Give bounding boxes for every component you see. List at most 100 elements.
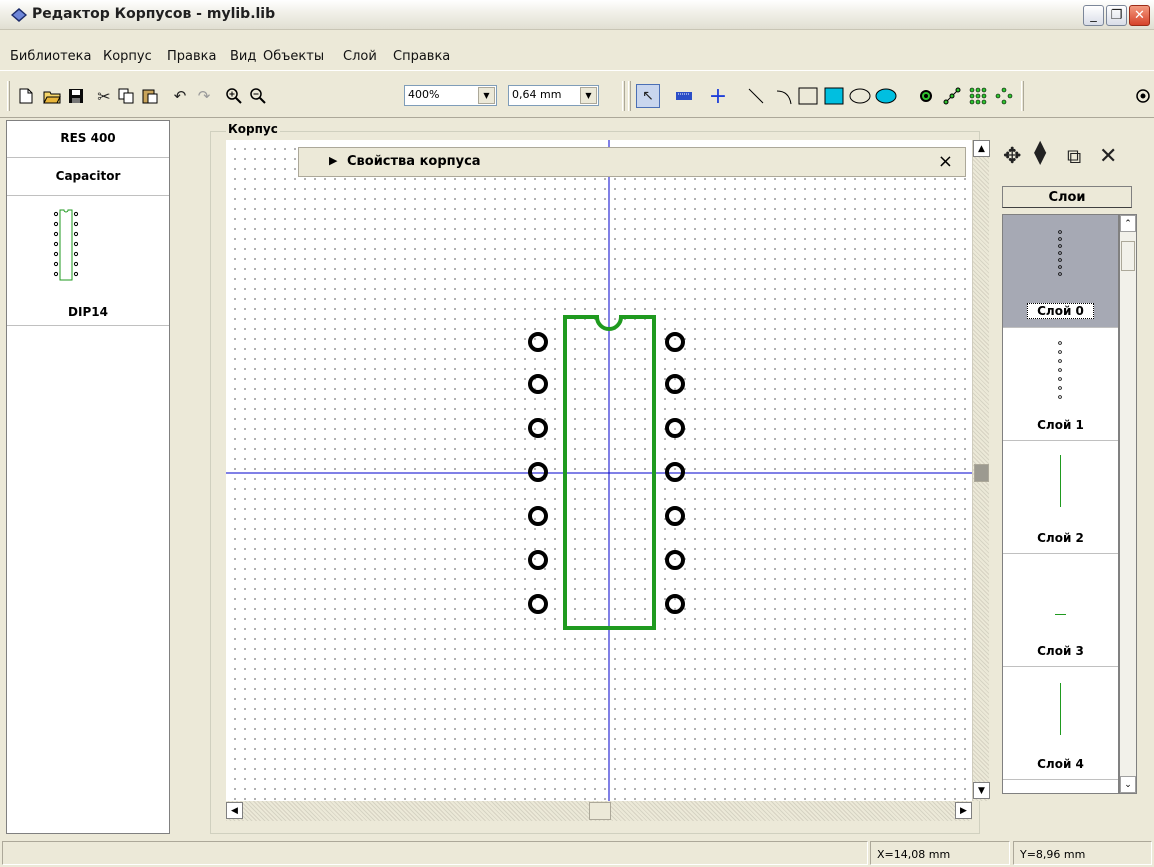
library-item-label: Capacitor [55, 169, 121, 183]
paste-button[interactable] [138, 84, 162, 108]
copy-button[interactable] [114, 84, 138, 108]
menu-edit[interactable]: Правка [167, 49, 216, 64]
move-icon[interactable]: ✥ [1003, 144, 1021, 169]
zoom-out-button[interactable] [246, 84, 270, 108]
pin-circle-icon [995, 87, 1013, 105]
new-file-button[interactable] [14, 84, 38, 108]
pad[interactable] [665, 550, 685, 570]
menu-objects[interactable]: Объекты [263, 49, 324, 64]
scroll-down-icon[interactable]: ▼ [973, 782, 990, 799]
ellipse-tool-button[interactable] [848, 84, 872, 108]
filled-ellipse-tool-button[interactable] [874, 84, 898, 108]
layers-scroll-thumb[interactable] [1121, 241, 1135, 271]
layer-item-0[interactable]: Слой 0 [1003, 215, 1118, 328]
pad-tool-button[interactable] [672, 84, 696, 108]
pin-tool-button[interactable] [914, 84, 938, 108]
undo-button[interactable]: ↶ [168, 84, 192, 108]
scroll-up-icon[interactable]: ▲ [973, 140, 990, 157]
layers-scrollbar[interactable]: ⌃ ⌄ [1119, 214, 1137, 794]
layers-list[interactable]: Слой 0 Слой 1 Слой 2 Слой 3 Слой 4 [1002, 214, 1119, 794]
menu-library[interactable]: Библиотека [10, 49, 92, 64]
scroll-right-icon[interactable]: ▶ [955, 802, 972, 819]
pad[interactable] [528, 332, 548, 352]
toolbar-grip[interactable] [7, 81, 10, 111]
toolbar-grip-3[interactable] [628, 81, 631, 111]
layer-item-4[interactable]: Слой 4 [1003, 667, 1118, 780]
pad[interactable] [665, 594, 685, 614]
library-item-res400[interactable]: RES 400 [7, 121, 169, 158]
window-title: Редактор Корпусов - mylib.lib [32, 6, 276, 22]
line-tool-button[interactable] [744, 84, 768, 108]
pad[interactable] [665, 374, 685, 394]
pad[interactable] [528, 550, 548, 570]
package-group-title: Корпус [226, 122, 280, 136]
open-file-button[interactable] [40, 84, 64, 108]
filled-rect-tool-button[interactable] [822, 84, 846, 108]
arc-tool-button[interactable] [772, 84, 796, 108]
layers-scroll-up-icon[interactable]: ⌃ [1120, 215, 1136, 232]
rect-tool-button[interactable] [796, 84, 820, 108]
pad[interactable] [528, 418, 548, 438]
pin-circle-tool-button[interactable] [992, 84, 1016, 108]
toolbar-grip-4[interactable] [1021, 81, 1024, 111]
pad[interactable] [665, 462, 685, 482]
grid-step-select[interactable]: 0,64 mm ▼ [508, 85, 599, 106]
pad[interactable] [528, 374, 548, 394]
pin-array-tool-button[interactable] [966, 84, 990, 108]
maximize-button[interactable]: ❐ [1106, 5, 1127, 26]
library-item-dip14[interactable]: DIP14 [7, 196, 169, 326]
pad[interactable] [528, 594, 548, 614]
layer-item-2[interactable]: Слой 2 [1003, 441, 1118, 554]
pad[interactable] [665, 506, 685, 526]
redo-button[interactable]: ↷ [192, 84, 216, 108]
select-tool-button[interactable]: ↖ [636, 84, 660, 108]
open-folder-icon [43, 91, 61, 103]
properties-title: Свойства корпуса [347, 154, 481, 169]
pad[interactable] [528, 462, 548, 482]
canvas-horizontal-scrollbar[interactable]: ◀ ▶ [226, 801, 972, 821]
layer-label: Слой 4 [1037, 757, 1084, 771]
menu-package[interactable]: Корпус [103, 49, 152, 64]
pad[interactable] [665, 332, 685, 352]
menu-layer[interactable]: Слой [343, 49, 377, 64]
cut-button[interactable]: ✂ [92, 84, 116, 108]
close-button[interactable]: ✕ [1129, 5, 1150, 26]
zoom-in-button[interactable] [222, 84, 246, 108]
group-icon[interactable]: ⧉ [1067, 144, 1081, 168]
menu-view[interactable]: Вид [230, 49, 256, 64]
delete-layer-icon[interactable]: ✕ [1099, 144, 1117, 169]
properties-close-icon[interactable]: × [938, 151, 953, 172]
layer-label: Слой 2 [1037, 531, 1084, 545]
layer-label: Слой 1 [1037, 418, 1084, 432]
vertical-scroll-thumb[interactable] [974, 464, 989, 482]
minimize-button[interactable]: _ [1083, 5, 1104, 26]
scroll-left-icon[interactable]: ◀ [226, 802, 243, 819]
new-file-icon [19, 88, 33, 104]
properties-toggle-button[interactable] [1131, 84, 1154, 108]
package-canvas[interactable] [226, 140, 972, 801]
pad[interactable] [528, 506, 548, 526]
origin-tool-button[interactable]: + [706, 84, 730, 109]
save-file-button[interactable] [64, 84, 88, 108]
pad[interactable] [665, 418, 685, 438]
zoom-select[interactable]: 400% ▼ [404, 85, 497, 106]
menu-help[interactable]: Справка [393, 49, 450, 64]
layer-item-3[interactable]: Слой 3 [1003, 554, 1118, 667]
pin-line-tool-button[interactable] [940, 84, 964, 108]
zoom-dropdown-arrow-icon[interactable]: ▼ [478, 87, 495, 104]
zoom-in-icon [226, 88, 242, 104]
toolbar-grip-2[interactable] [622, 81, 625, 111]
redo-icon: ↷ [197, 87, 211, 105]
layers-scroll-down-icon[interactable]: ⌄ [1120, 776, 1136, 793]
package-properties-bar[interactable]: ▶ Свойства корпуса × [298, 147, 966, 177]
canvas-vertical-scrollbar[interactable]: ▲ ▼ [972, 140, 990, 801]
horizontal-scroll-thumb[interactable] [589, 802, 611, 820]
reorder-layer-icon[interactable]: ▲ ▼ [1034, 138, 1046, 166]
library-item-capacitor[interactable]: Capacitor [7, 158, 169, 196]
grid-dropdown-arrow-icon[interactable]: ▼ [580, 87, 597, 104]
expand-arrow-icon[interactable]: ▶ [329, 154, 337, 167]
layers-header: Слои [1002, 186, 1132, 208]
copy-icon [118, 88, 134, 104]
pad-tool-icon [676, 92, 692, 100]
layer-item-1[interactable]: Слой 1 [1003, 328, 1118, 441]
